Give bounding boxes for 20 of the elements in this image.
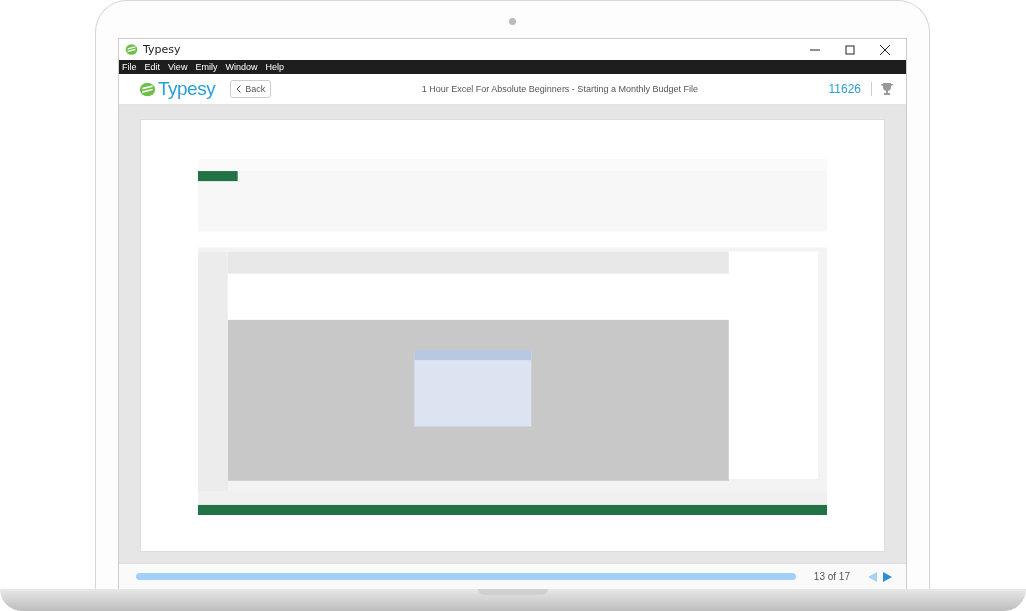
lesson-title: 1 Hour Excel For Absolute Beginners - Starting a Monthly Budget File: [420, 84, 699, 94]
menu-item[interactable]: Emily: [195, 62, 218, 72]
chevron-left-icon: [236, 85, 242, 93]
menu-item[interactable]: View: [168, 62, 188, 72]
menu-item[interactable]: Edit: [144, 62, 161, 72]
menu-item[interactable]: File: [122, 62, 137, 72]
menu-item[interactable]: Window: [225, 62, 258, 72]
app-icon: [125, 43, 138, 56]
score: 11626: [818, 82, 872, 96]
camera-dot: [508, 18, 516, 25]
logo-text: Typesy: [158, 78, 216, 100]
next-arrow-icon[interactable]: [883, 571, 892, 582]
maximize-icon: [845, 44, 855, 55]
logo-icon: [139, 80, 156, 98]
close-icon: [880, 44, 890, 55]
window-title: Typesy: [143, 43, 182, 56]
back-button[interactable]: Back: [230, 80, 272, 98]
page-counter: 13 of 17: [813, 571, 850, 582]
trophy-icon[interactable]: [880, 82, 894, 96]
menu-item[interactable]: Help: [265, 62, 284, 72]
